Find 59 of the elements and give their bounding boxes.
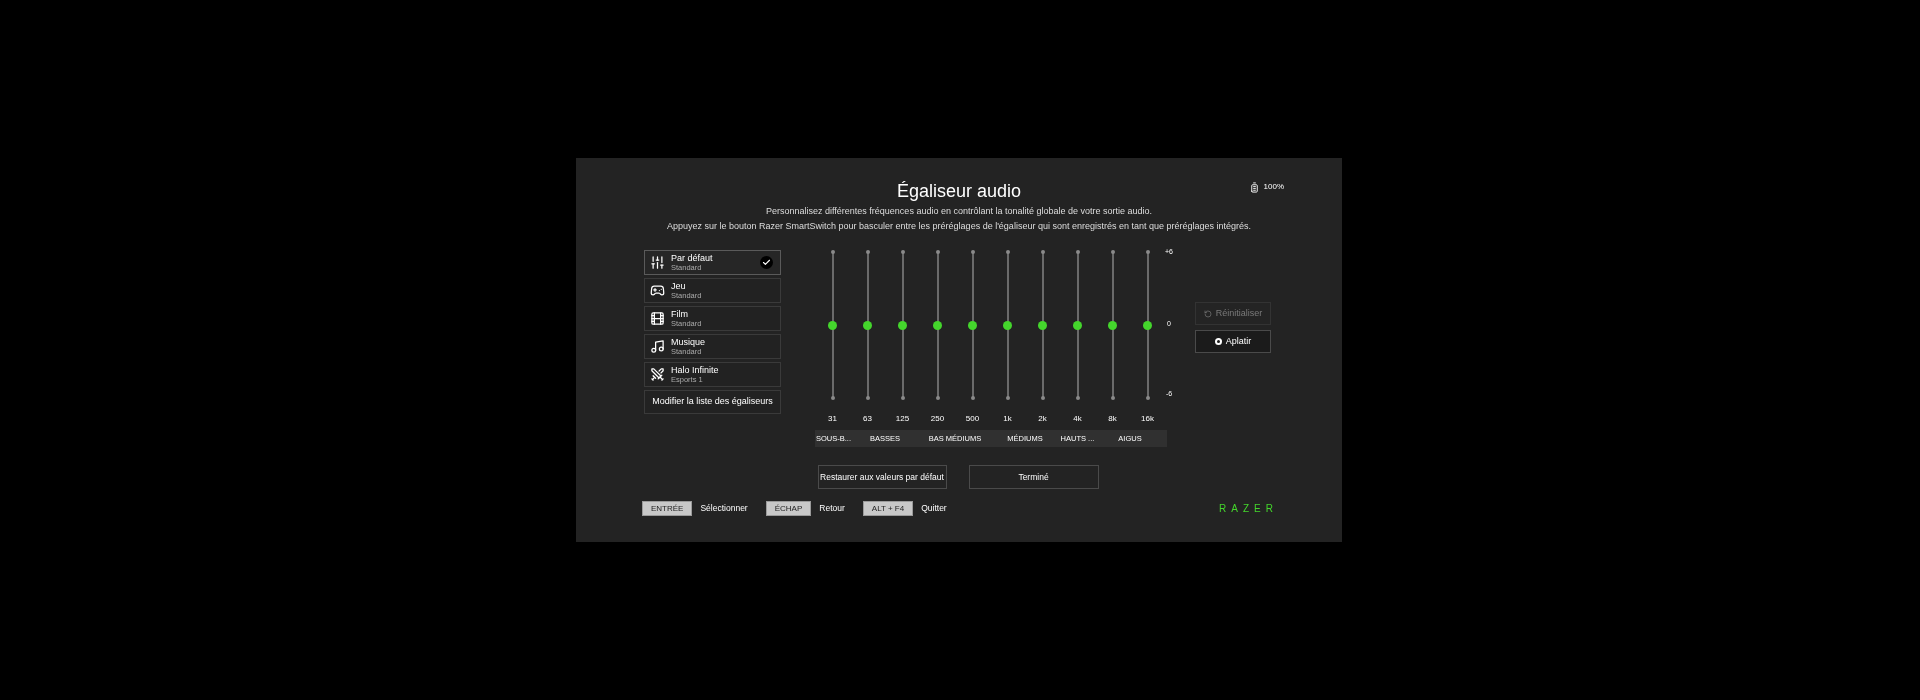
frequency-label: 250 — [930, 413, 945, 425]
preset-name: Par défaut — [671, 253, 714, 263]
eq-slider-track[interactable] — [971, 252, 974, 398]
preset-name: Halo Infinite — [671, 365, 720, 375]
eq-slider-track[interactable] — [1041, 252, 1044, 398]
frequency-label: 4k — [1073, 413, 1082, 425]
preset-name: Jeu — [671, 281, 687, 291]
key-cap: ENTRÉE — [642, 501, 693, 516]
frequency-label: 1k — [1003, 413, 1012, 425]
frequency-label: 125 — [895, 413, 910, 425]
preset-name: Musique — [671, 337, 707, 347]
circle-dot-icon — [1214, 338, 1222, 345]
eq-slider-track[interactable] — [901, 252, 904, 398]
eq-slider-thumb[interactable] — [968, 320, 977, 330]
eq-slider-track[interactable] — [1146, 252, 1149, 398]
shortcut-action: Sélectionner — [700, 502, 748, 515]
restore-defaults-button[interactable]: Restaurer aux valeurs par défaut — [817, 465, 947, 489]
description-text: Appuyez sur le bouton Razer SmartSwitch pour basculer entre les préréglages de l'égaliseur qui sont enregistrés en tant que préréglages intégrés. — [666, 221, 1252, 232]
edit-list-button[interactable]: Modifier la liste des égaliseurs — [644, 390, 781, 414]
frequency-label: 31 — [828, 413, 837, 425]
eq-slider-thumb[interactable] — [1003, 320, 1012, 330]
film-icon — [650, 311, 665, 326]
eq-slider-track[interactable] — [1006, 252, 1009, 398]
flatten-button[interactable]: Aplatir — [1195, 330, 1271, 353]
frequency-label: 63 — [863, 413, 872, 425]
battery-icon — [1248, 181, 1260, 193]
reset-icon — [1203, 309, 1212, 318]
frequency-label: 500 — [965, 413, 980, 425]
eq-slider-thumb[interactable] — [863, 320, 872, 330]
eq-slider-thumb[interactable] — [1143, 320, 1152, 330]
page-title: Égaliseur audio — [896, 180, 1022, 202]
razer-logo: RAZER — [1219, 502, 1278, 516]
eq-slider-thumb[interactable] — [1038, 320, 1047, 330]
preset-name: Film — [671, 309, 689, 319]
eq-slider-thumb[interactable] — [1108, 320, 1117, 330]
eq-slider-track[interactable] — [831, 252, 834, 398]
eq-slider-track[interactable] — [936, 252, 939, 398]
frequency-label: 16k — [1141, 413, 1154, 425]
sliders-icon — [650, 255, 665, 270]
frequency-label: 8k — [1108, 413, 1117, 425]
key-cap: ÉCHAP — [765, 501, 812, 516]
music-icon — [650, 339, 665, 354]
frequency-label: 2k — [1038, 413, 1047, 425]
eq-slider-thumb[interactable] — [933, 320, 942, 330]
key-cap: ALT + F4 — [862, 501, 914, 516]
eq-slider-thumb[interactable] — [898, 320, 907, 330]
check-icon — [760, 256, 773, 269]
eq-slider-track[interactable] — [866, 252, 869, 398]
description-text: Personnalisez différentes fréquences audio en contrôlant la tonalité globale de votre sortie audio. — [765, 206, 1153, 217]
battery-level: 100% — [1263, 181, 1284, 193]
gamepad-icon — [650, 283, 665, 298]
eq-slider-track[interactable] — [1076, 252, 1079, 398]
eq-slider-thumb[interactable] — [828, 320, 837, 330]
done-button[interactable]: Terminé — [968, 465, 1099, 489]
shortcut-action: Quitter — [921, 502, 947, 515]
eq-slider-thumb[interactable] — [1073, 320, 1082, 330]
crossed-swords-icon — [650, 367, 665, 382]
shortcut-action: Retour — [819, 502, 845, 515]
eq-slider-track[interactable] — [1111, 252, 1114, 398]
